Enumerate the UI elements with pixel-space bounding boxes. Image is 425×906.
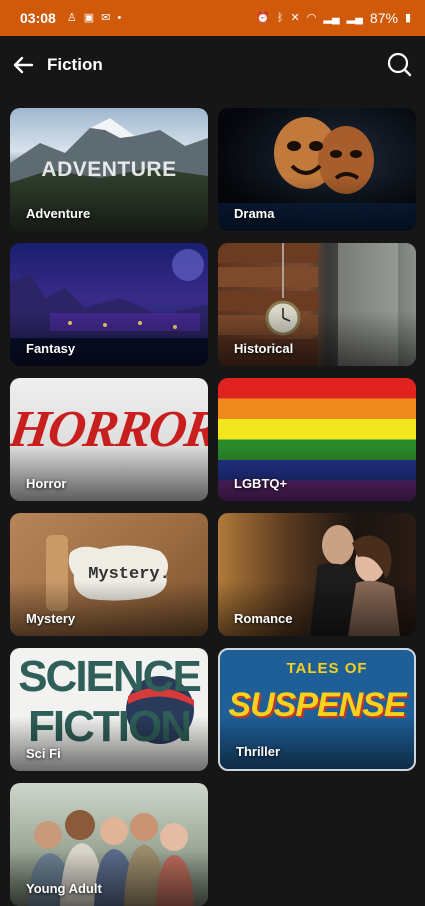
category-tile-young-adult[interactable]: Young Adult xyxy=(10,783,208,906)
category-label: Horror xyxy=(26,476,67,491)
page-title: Fiction xyxy=(47,55,103,74)
category-grid: ADVENTURE Adventure Drama Fantasy Histor… xyxy=(10,108,416,906)
back-arrow-icon[interactable] xyxy=(10,52,36,78)
scifi-art-text-1: SCIENCE xyxy=(18,652,202,701)
dot-icon: • xyxy=(117,11,122,24)
tile-shade xyxy=(10,850,208,906)
battery-percent: 87% xyxy=(369,10,398,26)
category-tile-drama[interactable]: Drama xyxy=(218,108,416,231)
wifi-icon: ◠ xyxy=(306,11,317,24)
category-tile-historical[interactable]: Historical xyxy=(218,243,416,366)
mute-icon: ✕ xyxy=(290,11,300,24)
category-label: Romance xyxy=(234,611,293,626)
bluetooth-icon: ᛒ xyxy=(276,11,284,24)
alarm-icon: ⏰ xyxy=(256,11,270,24)
category-tile-horror[interactable]: HORROR Horror xyxy=(10,378,208,501)
image-icon: ▣ xyxy=(83,11,95,24)
signal-icon-2: ▂▄ xyxy=(346,11,363,24)
tile-shade xyxy=(218,445,416,501)
category-label: Thriller xyxy=(236,744,281,759)
signal-icon: ▂▄ xyxy=(323,11,340,24)
person-icon: ♙ xyxy=(66,11,77,24)
mail-icon: ✉ xyxy=(101,11,111,24)
category-tile-fantasy[interactable]: Fantasy xyxy=(10,243,208,366)
tile-shade xyxy=(10,310,208,366)
category-label: Fantasy xyxy=(26,341,76,356)
battery-icon: ▮ xyxy=(404,11,411,24)
status-bar-left: 03:08 ♙ ▣ ✉ • xyxy=(20,10,121,26)
tile-shade xyxy=(218,175,416,231)
category-label: LGBTQ+ xyxy=(234,476,288,491)
category-tile-thriller[interactable]: TALES OF SUSPENSE Thriller xyxy=(218,648,416,771)
tile-shade xyxy=(218,310,416,366)
category-tile-lgbtq[interactable]: LGBTQ+ xyxy=(218,378,416,501)
category-label: Sci Fi xyxy=(26,746,61,761)
category-label: Young Adult xyxy=(26,881,102,896)
category-label: Drama xyxy=(234,206,275,221)
tile-shade xyxy=(10,445,208,501)
tile-shade xyxy=(10,175,208,231)
tile-shade xyxy=(10,580,208,636)
search-icon[interactable] xyxy=(385,50,413,78)
category-tile-adventure[interactable]: ADVENTURE Adventure xyxy=(10,108,208,231)
category-tile-romance[interactable]: Romance xyxy=(218,513,416,636)
category-tile-scifi[interactable]: SCIENCE FICTION Sci Fi xyxy=(10,648,208,771)
thriller-art-text-1: TALES OF xyxy=(286,660,368,677)
tile-shade xyxy=(218,580,416,636)
app-bar: Fiction xyxy=(0,36,425,94)
category-label: Historical xyxy=(234,341,294,356)
status-time: 03:08 xyxy=(20,10,56,26)
category-label: Mystery xyxy=(26,611,76,626)
tile-shade xyxy=(220,715,414,769)
category-label: Adventure xyxy=(26,206,91,221)
status-bar: 03:08 ♙ ▣ ✉ • ⏰ ᛒ ✕ ◠ ▂▄ ▂▄ 87% ▮ xyxy=(0,0,425,36)
status-bar-right: ⏰ ᛒ ✕ ◠ ▂▄ ▂▄ 87% ▮ xyxy=(256,10,411,26)
tile-shade xyxy=(10,715,208,771)
category-tile-mystery[interactable]: Mystery. Mystery xyxy=(10,513,208,636)
